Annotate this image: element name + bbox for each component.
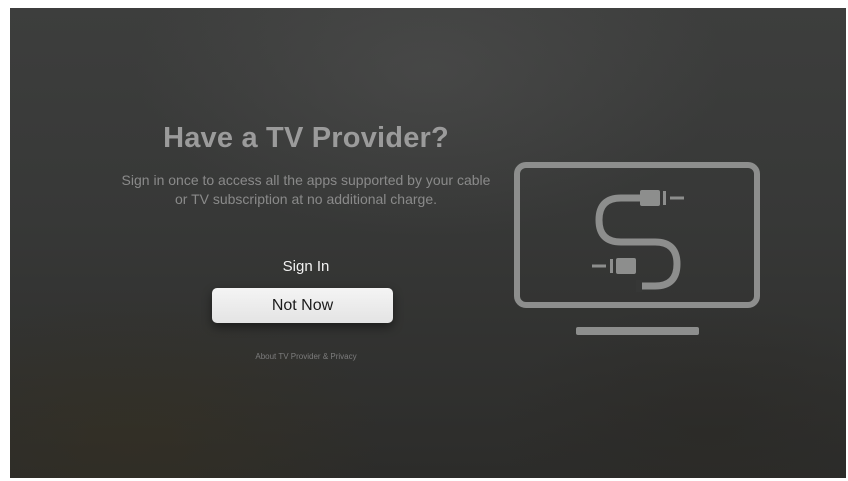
tv-with-cable-icon [514, 162, 760, 335]
not-now-label: Not Now [271, 296, 334, 314]
plug-head-top [640, 190, 660, 206]
tv-provider-screen: Have a TV Provider? Sign in once to acce… [10, 8, 846, 478]
description-text: Sign in once to access all the apps supp… [121, 172, 491, 207]
plug-tip-bottom [610, 259, 613, 273]
cable-end-mask [636, 280, 642, 292]
page-title: Have a TV Provider? [163, 122, 449, 154]
plug-tip-top [663, 191, 666, 205]
plug-head-bottom [616, 258, 636, 274]
not-now-button[interactable]: Not Now [212, 288, 393, 323]
privacy-link[interactable]: About TV Provider & Privacy [10, 352, 602, 361]
tv-stand [576, 327, 699, 335]
